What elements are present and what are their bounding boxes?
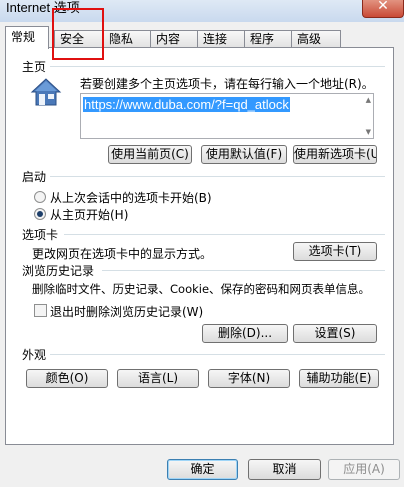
history-settings-button[interactable]: 设置(S) <box>293 324 377 343</box>
startup-home-radio[interactable] <box>34 208 46 220</box>
appearance-section-label: 外观 <box>22 348 47 362</box>
tab-general[interactable]: 常规 <box>5 26 49 49</box>
tab-privacy[interactable]: 隐私 <box>103 30 151 48</box>
use-default-button[interactable]: 使用默认值(F) <box>201 145 287 164</box>
tabs-divider <box>64 234 385 235</box>
home-page-url-textarea[interactable]: https://www.duba.com/?f=qd_atlock ▲ ▼ <box>80 93 374 139</box>
delete-history-on-exit-label: 退出时删除浏览历史记录(W) <box>50 305 204 319</box>
history-description: 删除临时文件、历史记录、Cookie、保存的密码和网页表单信息。 <box>32 282 371 296</box>
startup-divider <box>50 176 385 177</box>
house-icon <box>30 78 62 106</box>
startup-home-label: 从主页开始(H) <box>50 208 129 222</box>
home-divider <box>50 66 385 67</box>
close-button[interactable]: ✕ <box>362 0 404 18</box>
appearance-divider <box>50 354 385 355</box>
colors-button[interactable]: 颜色(O) <box>26 369 108 388</box>
history-section-label: 浏览历史记录 <box>22 264 95 278</box>
tabs-section-label: 选项卡 <box>22 228 59 242</box>
tabs-settings-button[interactable]: 选项卡(T) <box>293 242 377 261</box>
use-current-button[interactable]: 使用当前页(C) <box>108 145 192 164</box>
tab-programs[interactable]: 程序 <box>244 30 292 48</box>
startup-last-session-radio[interactable] <box>34 191 46 203</box>
tab-connections[interactable]: 连接 <box>197 30 245 48</box>
home-section-label: 主页 <box>22 60 47 74</box>
fonts-button[interactable]: 字体(N) <box>208 369 290 388</box>
use-new-tab-button[interactable]: 使用新选项卡(U) <box>293 145 377 164</box>
ok-button[interactable]: 确定 <box>167 459 238 480</box>
history-divider <box>102 270 385 271</box>
tabs-description: 更改网页在选项卡中的显示方式。 <box>32 247 213 261</box>
delete-history-button[interactable]: 删除(D)... <box>202 324 288 343</box>
scroll-down-arrow-icon[interactable]: ▼ <box>366 128 371 136</box>
languages-button[interactable]: 语言(L) <box>117 369 199 388</box>
close-icon: ✕ <box>377 0 389 14</box>
scroll-up-arrow-icon[interactable]: ▲ <box>366 96 371 104</box>
cancel-button[interactable]: 取消 <box>248 459 321 480</box>
apply-button[interactable]: 应用(A) <box>328 459 400 480</box>
startup-last-session-label: 从上次会话中的选项卡开始(B) <box>50 191 212 205</box>
startup-section-label: 启动 <box>22 170 47 184</box>
delete-history-on-exit-checkbox[interactable] <box>34 304 47 317</box>
home-page-url-value: https://www.duba.com/?f=qd_atlock <box>83 97 290 112</box>
red-highlight-annotation <box>52 8 104 60</box>
tab-content[interactable]: 内容 <box>150 30 198 48</box>
home-instruction: 若要创建多个主页选项卡，请在每行输入一个地址(R)。 <box>80 77 374 91</box>
accessibility-button[interactable]: 辅助功能(E) <box>299 369 379 388</box>
tab-advanced[interactable]: 高级 <box>291 30 341 48</box>
